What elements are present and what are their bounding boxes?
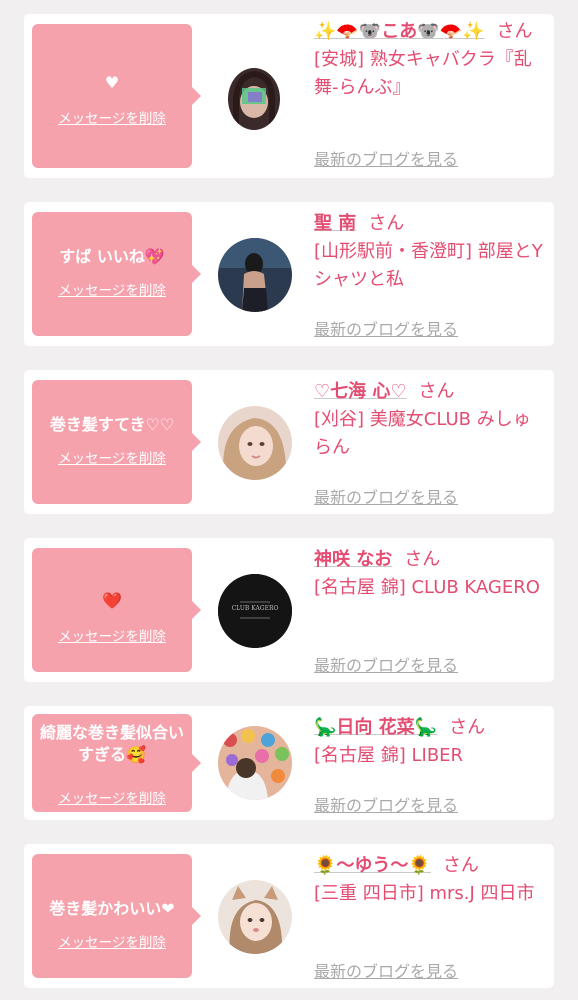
latest-blog-link[interactable]: 最新のブログを見る [314,962,458,982]
user-name-link[interactable]: ✨🪭🐨こあ🐨🪭✨ [314,21,484,42]
user-info: ♡七海 心♡ さん [刈谷] 美魔女CLUB みしゅらん 最新のブログを見る [314,378,546,507]
message-text: ❤️ [102,591,122,610]
user-info: 🌻〜ゆう〜🌻 さん [三重 四日市] mrs.J 四日市 最新のブログを見る [314,852,546,981]
avatar[interactable] [218,726,292,800]
user-name-line: 神咲 なお さん [314,546,546,574]
avatar[interactable] [218,238,292,312]
user-info: 聖 南さん [山形駅前・香澄町] 部屋とYシャツと私 最新のブログを見る [314,210,546,339]
user-name-line: 🌻〜ゆう〜🌻 さん [314,852,546,880]
message-text: 綺麗な巻き髪似合いすぎる🥰 [39,723,184,764]
message-bubble: 巻き髪すてき♡♡ メッセージを削除 [32,380,201,504]
avatar[interactable] [218,880,292,954]
message-text: ♥ [104,73,120,92]
avatar-logo: CLUB KAGERO [218,574,292,648]
message-card: 綺麗な巻き髪似合いすぎる🥰 メッセージを削除 🦕日向 花菜🦕 さん [名古屋 錦]… [24,706,554,820]
avatar-photo [218,406,292,480]
user-name-line: 聖 南さん [314,210,546,238]
user-name-line: 🦕日向 花菜🦕 さん [314,714,546,742]
message-bubble: 巻き髪かわいい❤ メッセージを削除 [32,854,201,978]
shop-name: [刈谷] 美魔女CLUB みしゅらん [314,409,531,458]
shop-name: [安城] 熟女キャバクラ『乱舞-らんぶ』 [314,49,532,98]
avatar[interactable] [228,68,280,130]
latest-blog-link[interactable]: 最新のブログを見る [314,796,458,816]
honorific: さん [368,213,405,234]
message-bubble: すば いいね💖 メッセージを削除 [32,212,201,336]
delete-message-link[interactable]: メッセージを削除 [32,282,192,300]
user-name-link[interactable]: 神咲 なお [314,549,392,570]
user-name-link[interactable]: 🌻〜ゆう〜🌻 [314,855,431,876]
message-text: 巻き髪かわいい❤ [49,899,175,918]
avatar-photo [228,68,280,130]
delete-message-link[interactable]: メッセージを削除 [32,628,192,646]
shop-name: [名古屋 錦] CLUB KAGERO [314,577,540,598]
message-bubble: ♥ メッセージを削除 [32,24,201,168]
message-text: すば いいね💖 [59,247,165,266]
shop-name: [三重 四日市] mrs.J 四日市 [314,883,535,904]
user-name-link[interactable]: 聖 南 [314,213,356,234]
delete-message-link[interactable]: メッセージを削除 [32,790,192,808]
avatar-photo [218,726,292,800]
honorific: さん [496,21,533,42]
user-info: ✨🪭🐨こあ🐨🪭✨ さん [安城] 熟女キャバクラ『乱舞-らんぶ』 最新のブログを見… [314,18,546,169]
message-card: 巻き髪かわいい❤ メッセージを削除 🌻〜ゆう〜🌻 さん [三重 四日市] mrs.… [24,844,554,988]
shop-name: [山形駅前・香澄町] 部屋とYシャツと私 [314,241,543,290]
latest-blog-link[interactable]: 最新のブログを見る [314,488,458,508]
message-bubble: 綺麗な巻き髪似合いすぎる🥰 メッセージを削除 [32,714,201,812]
message-text: 巻き髪すてき♡♡ [49,415,175,434]
latest-blog-link[interactable]: 最新のブログを見る [314,656,458,676]
honorific: さん [442,855,479,876]
message-card: すば いいね💖 メッセージを削除 聖 南さん [山形駅前・香澄町] 部屋とYシャ… [24,202,554,346]
user-name-line: ✨🪭🐨こあ🐨🪭✨ さん [314,18,546,46]
user-info: 🦕日向 花菜🦕 さん [名古屋 錦] LIBER 最新のブログを見る [314,714,546,815]
message-card: ❤️ メッセージを削除 CLUB KAGERO 神咲 なお さん [名古屋 錦] … [24,538,554,682]
user-name-line: ♡七海 心♡ さん [314,378,546,406]
delete-message-link[interactable]: メッセージを削除 [32,934,192,952]
latest-blog-link[interactable]: 最新のブログを見る [314,320,458,340]
user-name-link[interactable]: ♡七海 心♡ [314,381,407,402]
message-card: 巻き髪すてき♡♡ メッセージを削除 ♡七海 心♡ さん [刈谷] 美魔女CLUB … [24,370,554,514]
message-bubble: ❤️ メッセージを削除 [32,548,201,672]
avatar[interactable]: CLUB KAGERO [218,574,292,648]
honorific: さん [404,549,441,570]
avatar[interactable] [218,406,292,480]
honorific: さん [449,717,486,738]
honorific: さん [418,381,455,402]
user-info: 神咲 なお さん [名古屋 錦] CLUB KAGERO 最新のブログを見る [314,546,546,675]
avatar-photo [218,880,292,954]
delete-message-link[interactable]: メッセージを削除 [32,110,192,128]
avatar-photo [218,238,292,312]
message-card: ♥ メッセージを削除 ✨🪭🐨こあ🐨🪭✨ さん [安城] 熟女キャバクラ『乱舞-らん… [24,14,554,178]
avatar-logo-text: CLUB KAGERO [232,605,279,612]
shop-name: [名古屋 錦] LIBER [314,745,464,766]
delete-message-link[interactable]: メッセージを削除 [32,450,192,468]
latest-blog-link[interactable]: 最新のブログを見る [314,150,458,170]
user-name-link[interactable]: 🦕日向 花菜🦕 [314,717,437,738]
